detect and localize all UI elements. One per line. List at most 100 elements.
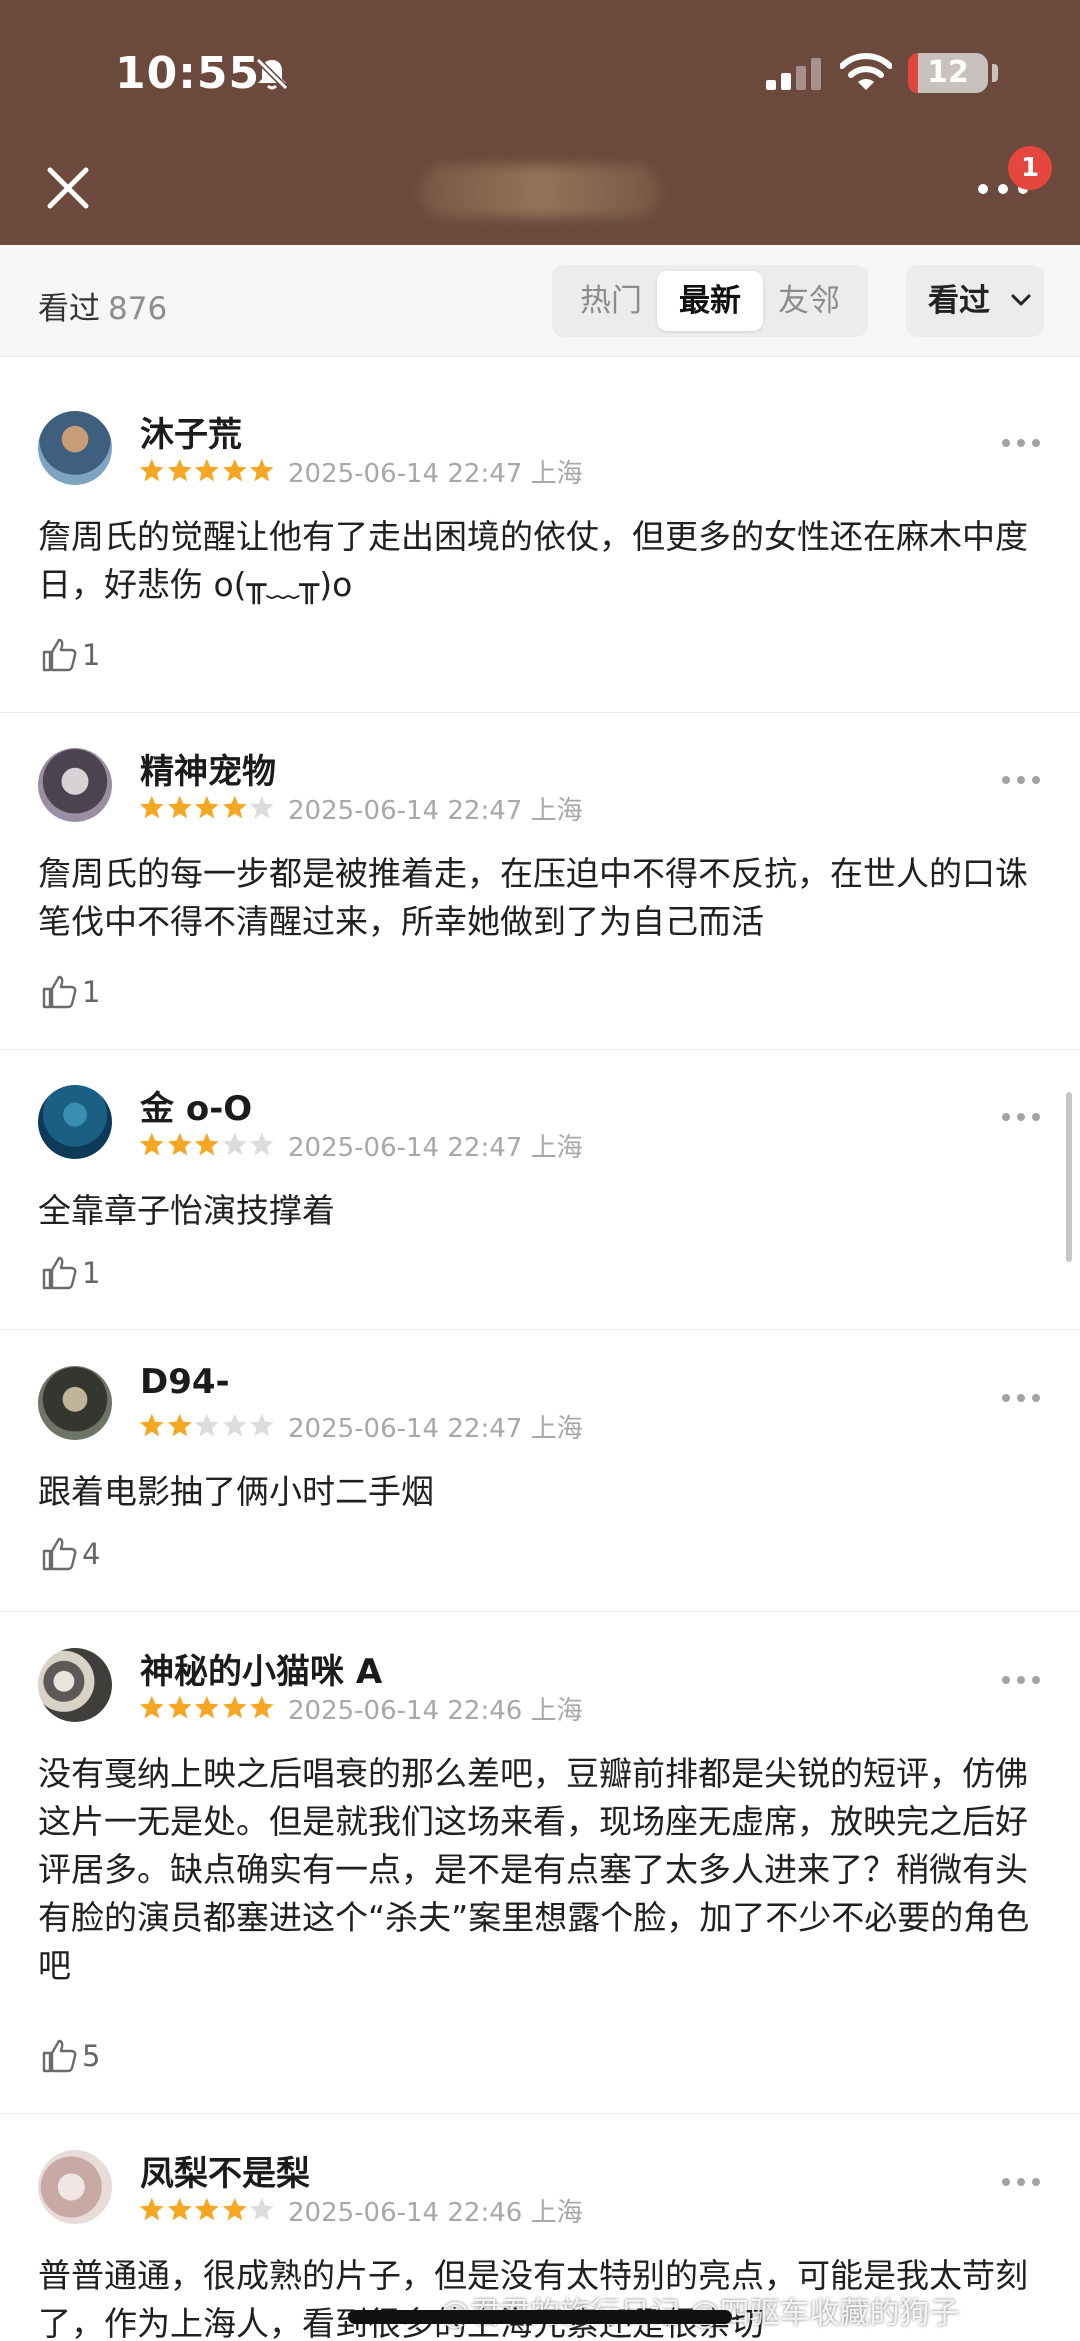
close-icon[interactable] (42, 162, 94, 214)
review-text: 没有戛纳上映之后唱衰的那么差吧，豆瓣前排都是尖锐的短评，仿佛这片一无是处。但是就… (38, 1754, 1030, 1985)
star-filled-icon (195, 2197, 219, 2221)
tab-hot[interactable]: 热门 (558, 271, 664, 331)
watched-number: 876 (108, 291, 168, 327)
avatar[interactable] (38, 748, 112, 822)
star-empty-icon (250, 795, 274, 819)
dropdown-label: 看过 (928, 283, 990, 319)
review-text: 跟着电影抽了俩小时二手烟 (38, 1472, 434, 1511)
battery-cap (992, 64, 998, 82)
review-date: 2025-06-14 22:47 上海 (288, 1132, 583, 1163)
watched-count: 看过 876 (38, 283, 167, 328)
star-filled-icon (222, 2197, 247, 2221)
star-empty-icon (250, 1413, 274, 1437)
review-meta: 2025-06-14 22:47 上海 (138, 1129, 583, 1163)
like-button[interactable]: 4 (40, 1534, 100, 1574)
review-more-button[interactable] (1002, 1111, 1040, 1123)
top-header: 10:55 12 1 (0, 0, 1080, 245)
star-filled-icon (139, 1132, 164, 1156)
review-meta: 2025-06-14 22:46 上海 (138, 1692, 583, 1726)
star-filled-icon (222, 458, 247, 482)
star-rating (138, 457, 276, 485)
like-button[interactable]: 1 (40, 1253, 100, 1293)
notification-badge: 1 (1008, 146, 1052, 190)
review-more-button[interactable] (1002, 1392, 1040, 1404)
star-rating (138, 2196, 276, 2224)
star-rating (138, 1412, 276, 1440)
like-count: 4 (82, 1537, 101, 1571)
username[interactable]: 沐子荒 (140, 407, 242, 456)
star-filled-icon (195, 1132, 219, 1156)
like-count: 1 (82, 638, 101, 672)
like-count: 5 (82, 2039, 101, 2073)
review-more-button[interactable] (1002, 437, 1040, 449)
review-more-button[interactable] (1002, 774, 1040, 786)
username[interactable]: 精神宠物 (140, 744, 276, 793)
star-filled-icon (195, 458, 219, 482)
username[interactable]: 凤梨不是梨 (140, 2146, 310, 2195)
star-filled-icon (139, 458, 164, 482)
star-filled-icon (250, 1695, 274, 1719)
review-more-button[interactable] (1002, 1674, 1040, 1686)
avatar[interactable] (38, 1085, 112, 1159)
review-date: 2025-06-14 22:47 上海 (288, 458, 583, 489)
star-filled-icon (139, 2197, 164, 2221)
review-more-button[interactable] (1002, 2176, 1040, 2188)
review-text: 詹周氏的每一步都是被推着走，在压迫中不得不反抗，在世人的口诛笔伐中不得不清醒过来… (38, 854, 1028, 941)
thumbs-up-icon (42, 638, 77, 672)
review-text: 全靠章子怡演技撑着 (38, 1191, 335, 1230)
username[interactable]: 神秘的小猫咪 A (140, 1644, 382, 1693)
star-filled-icon (167, 1695, 192, 1719)
star-filled-icon (139, 795, 164, 819)
star-empty-icon (222, 1413, 247, 1437)
status-dropdown[interactable]: 看过 (906, 265, 1044, 337)
star-filled-icon (139, 1413, 164, 1437)
tab-friends[interactable]: 友邻 (756, 271, 862, 331)
avatar[interactable] (38, 1648, 112, 1722)
star-filled-icon (195, 795, 219, 819)
star-filled-icon (250, 458, 274, 482)
review-item: 神秘的小猫咪 A 2025-06-14 22:46 上海 没有戛纳上映之后唱衰的… (0, 1648, 1080, 2114)
review-meta: 2025-06-14 22:46 上海 (138, 2194, 583, 2228)
star-filled-icon (167, 795, 192, 819)
star-rating (138, 794, 276, 822)
thumbs-up-icon (42, 2039, 77, 2073)
like-button[interactable]: 1 (40, 635, 100, 675)
star-rating (138, 1131, 276, 1159)
review-item: 金 o-O 2025-06-14 22:47 上海 全靠章子怡演技撑着 1 (0, 1085, 1080, 1330)
review-item: 精神宠物 2025-06-14 22:47 上海 詹周氏的每一步都是被推着走，在… (0, 748, 1080, 1050)
status-time: 10:55 (115, 48, 261, 99)
avatar[interactable] (38, 2150, 112, 2224)
review-date: 2025-06-14 22:46 上海 (288, 2197, 583, 2228)
like-button[interactable]: 5 (40, 2036, 100, 2076)
wifi-icon (840, 53, 892, 90)
scrollbar[interactable] (1066, 1092, 1072, 1262)
thumbs-up-icon (42, 1537, 77, 1571)
filter-bar: 看过 876 热门 最新 友邻 看过 (0, 245, 1080, 357)
battery-level: 12 (927, 55, 969, 90)
home-indicator[interactable] (348, 2310, 732, 2324)
star-rating (138, 1694, 276, 1722)
avatar[interactable] (38, 411, 112, 485)
review-item: 沐子荒 2025-06-14 22:47 上海 詹周氏的觉醒让他有了走出困境的依… (0, 411, 1080, 713)
thumbs-up-icon (42, 1256, 77, 1290)
sort-tabs: 热门 最新 友邻 (552, 265, 868, 337)
star-filled-icon (167, 458, 192, 482)
review-date: 2025-06-14 22:46 上海 (288, 1695, 583, 1726)
username[interactable]: 金 o-O (140, 1081, 252, 1130)
tab-latest[interactable]: 最新 (657, 271, 763, 331)
star-filled-icon (222, 795, 247, 819)
star-filled-icon (167, 1413, 192, 1437)
like-button[interactable]: 1 (40, 972, 100, 1012)
star-filled-icon (167, 1132, 192, 1156)
thumbs-up-icon (42, 975, 77, 1009)
star-empty-icon (250, 2197, 274, 2221)
chevron-down-icon (1011, 294, 1031, 306)
review-item: D94- 2025-06-14 22:47 上海 跟着电影抽了俩小时二手烟 4 (0, 1362, 1080, 1612)
star-filled-icon (222, 1695, 247, 1719)
review-date: 2025-06-14 22:47 上海 (288, 1413, 583, 1444)
review-meta: 2025-06-14 22:47 上海 (138, 792, 583, 826)
avatar[interactable] (38, 1366, 112, 1440)
star-filled-icon (139, 1695, 164, 1719)
review-date: 2025-06-14 22:47 上海 (288, 795, 583, 826)
username[interactable]: D94- (140, 1362, 230, 1402)
